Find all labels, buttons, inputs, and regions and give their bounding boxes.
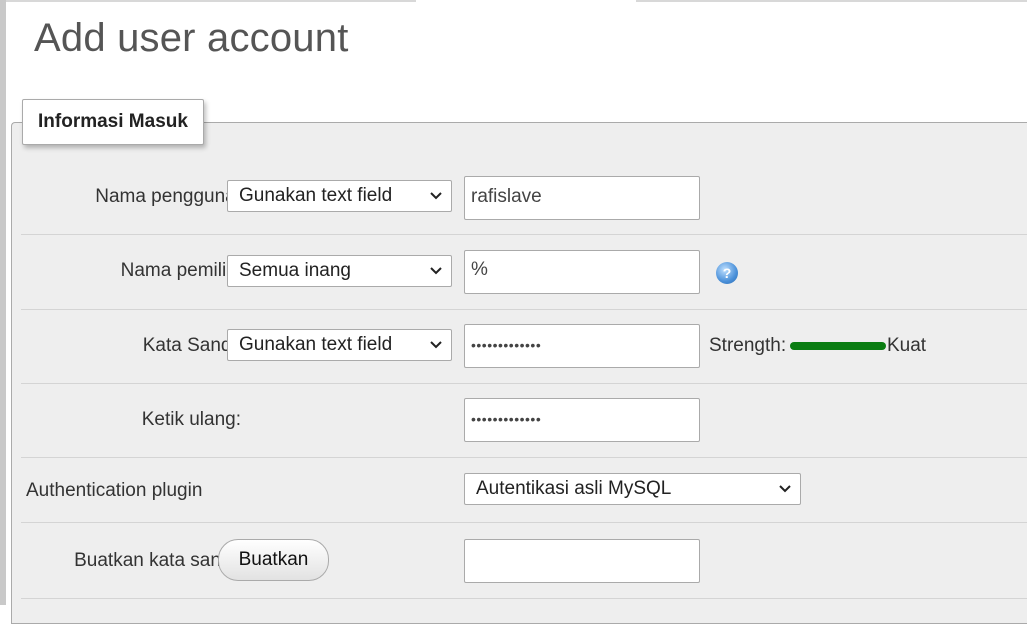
chevron-down-icon: [430, 192, 442, 200]
generate-password-row: Buatkan kata sandi: Buatkan: [21, 523, 1027, 599]
chevron-down-icon: [430, 267, 442, 275]
password-row: Kata Sandi: Gunakan text field •••••••••…: [21, 310, 1027, 384]
auth-plugin-row: Authentication plugin Autentikasi asli M…: [21, 458, 1027, 523]
host-input[interactable]: %: [464, 250, 700, 294]
host-type-value: Semua inang: [239, 260, 351, 281]
auth-plugin-select[interactable]: Autentikasi asli MySQL: [464, 473, 801, 505]
host-type-select[interactable]: Semua inang: [227, 255, 452, 287]
retype-input[interactable]: •••••••••••••: [464, 398, 700, 442]
chevron-down-icon: [779, 485, 791, 493]
page-title: Add user account: [34, 16, 349, 60]
retype-row: Ketik ulang: •••••••••••••: [21, 384, 1027, 458]
host-label: Nama pemilik:: [120, 260, 241, 281]
auth-plugin-value: Autentikasi asli MySQL: [476, 478, 672, 499]
username-input[interactable]: rafislave: [464, 176, 700, 220]
username-row: Nama pengguna: Gunakan text field rafisl…: [21, 160, 1027, 235]
username-type-select[interactable]: Gunakan text field: [227, 180, 452, 212]
top-tab-strip: [6, 0, 1027, 2]
password-input[interactable]: •••••••••••••: [464, 324, 700, 368]
strength-label: Strength:: [709, 335, 787, 356]
username-label: Nama pengguna:: [95, 186, 241, 207]
help-icon[interactable]: ?: [716, 262, 738, 284]
host-row: Nama pemilik: Semua inang % ?: [21, 235, 1027, 310]
password-type-value: Gunakan text field: [239, 334, 393, 355]
window-left-edge: [0, 0, 6, 605]
generate-password-button[interactable]: Buatkan: [218, 539, 329, 581]
generated-password-input[interactable]: [464, 539, 700, 583]
strength-value: Kuat: [887, 335, 927, 356]
password-strength-meter: [790, 342, 886, 350]
generate-password-label: Buatkan kata sandi:: [74, 550, 241, 571]
auth-plugin-label: Authentication plugin: [26, 480, 203, 501]
fieldset-legend: Informasi Masuk: [22, 99, 204, 145]
password-type-select[interactable]: Gunakan text field: [227, 329, 452, 361]
chevron-down-icon: [430, 341, 442, 349]
username-type-value: Gunakan text field: [239, 185, 393, 206]
retype-label: Ketik ulang:: [141, 409, 241, 430]
